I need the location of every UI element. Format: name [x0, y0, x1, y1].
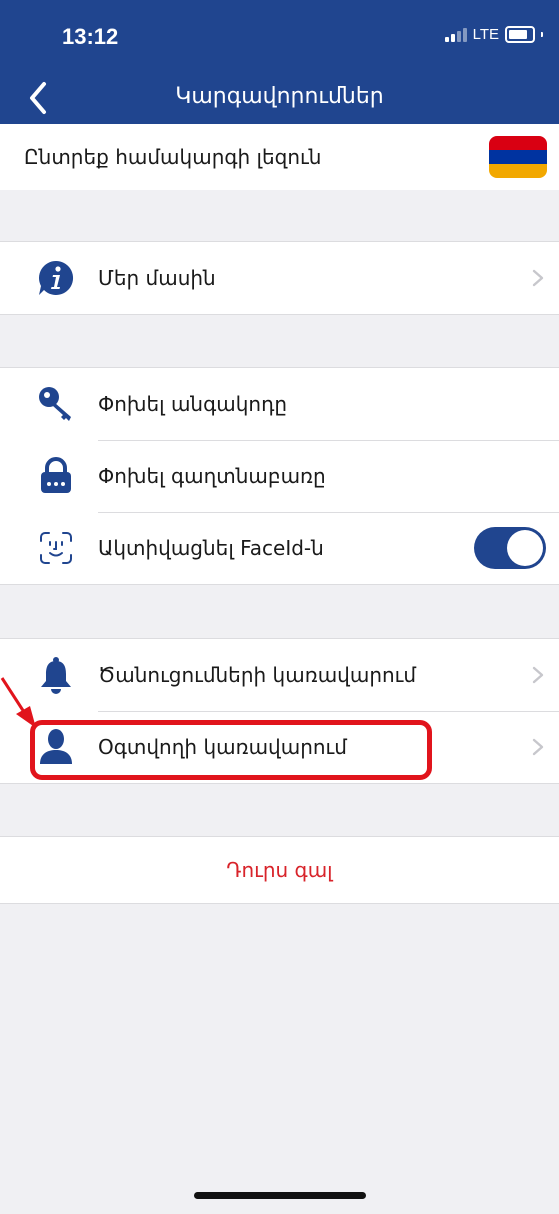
notifications-row[interactable]: Ծանուցումների կառավարում — [0, 639, 559, 711]
info-icon — [36, 258, 76, 298]
about-row[interactable]: Մեր մասին — [0, 242, 559, 314]
nav-bar: Կարգավորումներ — [0, 72, 559, 124]
status-indicators: LTE — [444, 26, 543, 43]
logout-button[interactable]: Դուրս գալ — [0, 836, 559, 904]
faceid-toggle[interactable] — [474, 527, 546, 569]
faceid-label: Ակտիվացնել FaceId-ն — [98, 536, 324, 560]
about-section: Մեր մասին — [0, 241, 559, 315]
status-time: 13:12 — [62, 24, 119, 49]
status-bar: 13:12 LTE — [0, 0, 559, 72]
armenia-flag-icon[interactable] — [489, 136, 547, 178]
language-row[interactable]: Ընտրեք համակարգի լեզուն — [0, 124, 559, 190]
chevron-right-icon — [532, 666, 544, 684]
key-icon — [36, 384, 76, 424]
home-indicator[interactable] — [194, 1192, 366, 1199]
change-passcode-row[interactable]: Փոխել գաղտնաբառը — [0, 440, 559, 512]
language-label: Ընտրեք համակարգի լեզուն — [24, 145, 322, 169]
network-label: LTE — [472, 26, 499, 43]
page-title: Կարգավորումներ — [175, 84, 384, 109]
faceid-icon — [36, 528, 76, 568]
lock-icon — [36, 456, 76, 496]
chevron-right-icon — [532, 269, 544, 287]
battery-tip — [541, 32, 543, 37]
about-label: Մեր մասին — [98, 266, 216, 290]
faceid-row: Ակտիվացնել FaceId-ն — [0, 512, 559, 584]
toggle-knob — [507, 530, 543, 566]
bell-icon — [36, 655, 76, 695]
logout-label: Դուրս գալ — [226, 858, 333, 882]
highlight-box — [30, 720, 432, 780]
change-passcode-label: Փոխել գաղտնաբառը — [98, 464, 326, 488]
change-password-label: Փոխել անգակոդը — [98, 392, 288, 416]
battery-icon — [505, 26, 535, 43]
chevron-right-icon — [532, 738, 544, 756]
annotation-arrow-icon — [0, 677, 36, 728]
language-section: Ընտրեք համակարգի լեզուն — [0, 124, 559, 190]
notifications-label: Ծանուցումների կառավարում — [98, 663, 417, 687]
security-section: Փոխել անգակոդը Փոխել գաղտնաբառը Ակտիվացն… — [0, 367, 559, 585]
signal-icon — [444, 27, 467, 42]
change-password-row[interactable]: Փոխել անգակոդը — [0, 368, 559, 440]
